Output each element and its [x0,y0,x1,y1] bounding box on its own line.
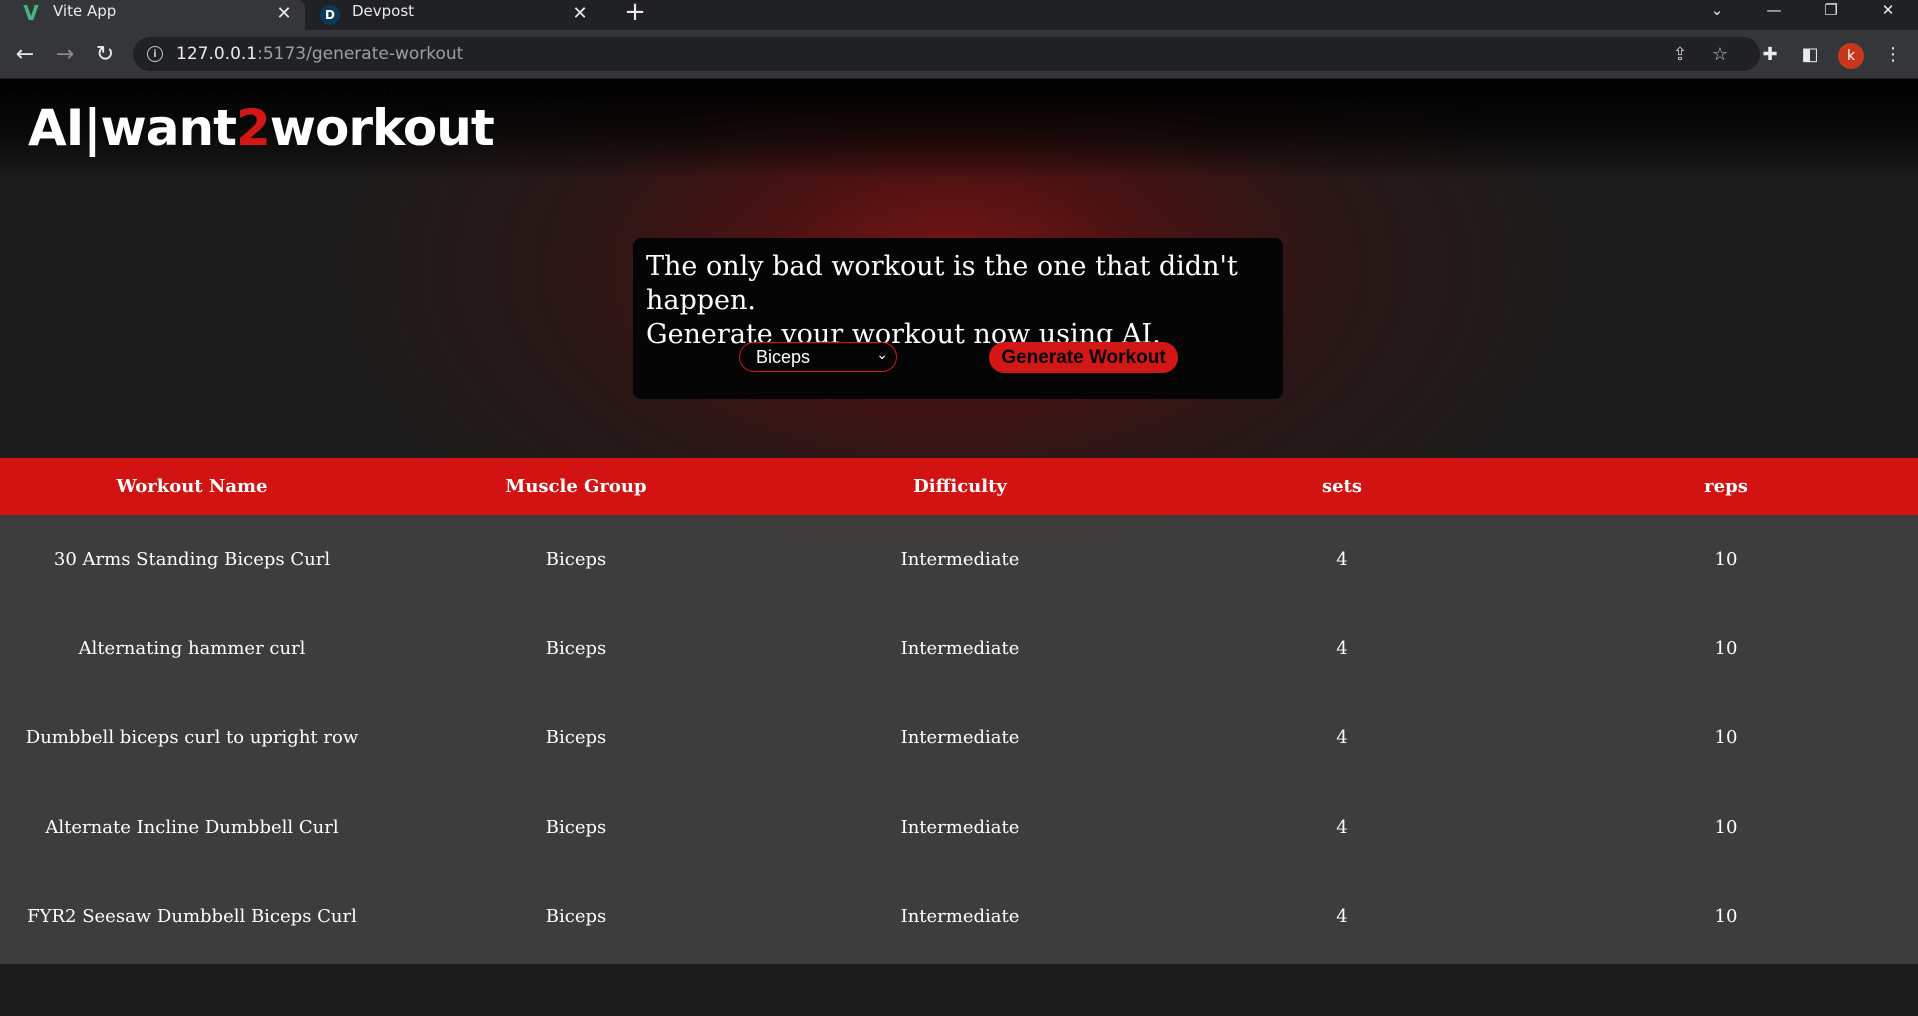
nav-home[interactable]: Home [0,79,47,98]
devpost-favicon-icon: D [320,5,340,25]
new-tab-icon[interactable]: + [621,0,649,27]
close-window-icon[interactable]: ✕ [1868,0,1908,20]
sets-cell: 4 [1336,817,1348,838]
table-row: FYR2 Seesaw Dumbbell Biceps Curl Biceps … [0,872,1918,961]
reps-cell: 10 [1714,906,1738,927]
minimize-icon[interactable]: — [1754,0,1794,20]
column-header: Difficulty [913,476,1007,497]
sets-cell: 4 [1336,727,1348,748]
workout-name-cell: FYR2 Seesaw Dumbbell Biceps Curl [27,906,357,927]
table-header: Workout Name Muscle Group Difficulty set… [0,458,1918,515]
difficulty-cell: Intermediate [900,638,1020,659]
reload-icon[interactable]: ↻ [90,39,120,69]
menu-kebab-icon[interactable]: ⋮ [1880,41,1906,67]
workout-name-cell: Alternating hammer curl [78,638,306,659]
column-header: Workout Name [116,476,268,497]
column-header: reps [1704,476,1748,497]
table-row: Alternate Incline Dumbbell Curl Biceps I… [0,783,1918,872]
restore-icon[interactable]: ❐ [1811,0,1851,20]
difficulty-cell: Intermediate [900,727,1020,748]
extensions-icon[interactable]: ✚ [1757,41,1783,67]
muscle-group-cell: Biceps [545,727,607,748]
muscle-group-cell: Biceps [545,817,607,838]
selected-muscle-value: Biceps [756,347,811,367]
difficulty-cell: Intermediate [900,906,1020,927]
forward-icon[interactable]: → [50,39,80,69]
muscle-group-select[interactable]: Biceps ⌄ [739,342,897,372]
main-nav: Home Workout Generator Profile Exercise … [0,79,1918,98]
generator-panel: The only bad workout is the one that did… [633,238,1283,399]
tab-title: Devpost [352,2,415,20]
site-logo[interactable]: AI|want2workout [28,99,495,157]
close-tab-icon[interactable]: ✕ [273,2,295,24]
sets-cell: 4 [1336,906,1348,927]
tagline-line-1: The only bad workout is the one that did… [646,251,1238,316]
share-icon[interactable]: ⇪ [1668,42,1692,66]
workout-name-cell: Alternate Incline Dumbbell Curl [45,817,339,838]
browser-tab-vite-app[interactable]: V Vite App ✕ [0,0,305,30]
nav-profile[interactable]: Profile [210,79,260,98]
browser-tab-devpost[interactable]: D Devpost ✕ [305,0,603,30]
column-header: sets [1321,476,1363,497]
workout-name-cell: 30 Arms Standing Biceps Curl [53,549,331,570]
difficulty-cell: Intermediate [900,817,1020,838]
url-text[interactable]: 127.0.0.1:5173/generate-workout [176,44,463,64]
side-panel-icon[interactable]: ◧ [1797,41,1823,67]
tab-search-icon[interactable]: ⌄ [1697,0,1737,20]
workout-name-cell: Dumbbell biceps curl to upright row [25,727,359,748]
reps-cell: 10 [1714,817,1738,838]
profile-avatar[interactable]: k [1838,43,1864,69]
column-header: Muscle Group [505,476,647,497]
sets-cell: 4 [1336,638,1348,659]
table-row: Dumbbell biceps curl to upright row Bice… [0,693,1918,782]
table-row: 30 Arms Standing Biceps Curl Biceps Inte… [0,515,1918,604]
reps-cell: 10 [1714,549,1738,570]
site-info-icon[interactable]: i [147,46,163,62]
generate-workout-button[interactable]: Generate Workout [989,342,1178,373]
muscle-group-cell: Biceps [545,906,607,927]
chevron-down-icon: ⌄ [876,346,888,362]
nav-exercise-history[interactable]: Exercise History [265,79,394,98]
muscle-group-cell: Biceps [545,638,607,659]
address-bar[interactable]: i 127.0.0.1:5173/generate-workout ⇪ ☆ [133,37,1760,71]
vue-favicon-icon: V [23,1,39,25]
tagline-line-2: Generate your workout now using AI. [646,319,1161,350]
muscle-group-cell: Biceps [545,549,607,570]
reps-cell: 10 [1714,727,1738,748]
tab-title: Vite App [53,2,117,20]
table-row: Alternating hammer curl Biceps Intermedi… [0,604,1918,693]
table-body: 30 Arms Standing Biceps Curl Biceps Inte… [0,515,1918,964]
browser-tab-strip: V Vite App ✕ D Devpost ✕ + ⌄ — ❐ ✕ [0,0,1918,30]
browser-toolbar: ← → ↻ i 127.0.0.1:5173/generate-workout … [0,30,1918,79]
bookmark-star-icon[interactable]: ☆ [1708,42,1732,66]
page-content: AI|want2workout Home Workout Generator P… [0,79,1918,1016]
close-tab-icon[interactable]: ✕ [569,2,591,24]
reps-cell: 10 [1714,638,1738,659]
nav-workout-generator[interactable]: Workout Generator [52,79,204,98]
hero-tagline: The only bad workout is the one that did… [646,250,1276,352]
difficulty-cell: Intermediate [900,549,1020,570]
sets-cell: 4 [1336,549,1348,570]
back-icon[interactable]: ← [10,39,40,69]
site-header: AI|want2workout Home Workout Generator P… [0,79,1918,179]
